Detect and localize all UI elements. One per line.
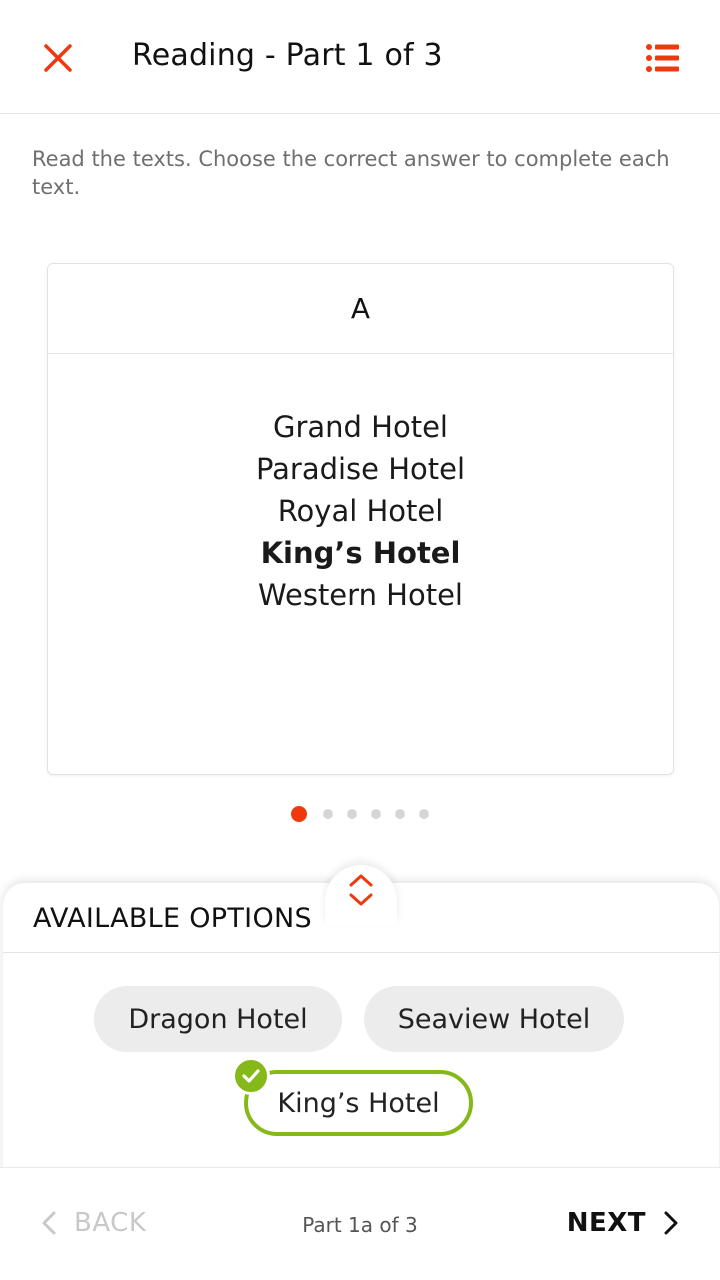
- pagination-dot[interactable]: [347, 809, 357, 819]
- pagination-dot[interactable]: [395, 809, 405, 819]
- list-icon: [646, 44, 679, 72]
- pagination-dot[interactable]: [371, 809, 381, 819]
- panel-toggle-button[interactable]: [325, 865, 397, 925]
- next-label: NEXT: [566, 1208, 646, 1238]
- card-line: Royal Hotel: [277, 494, 444, 528]
- question-list-button[interactable]: [640, 36, 684, 80]
- option-chip-kings-hotel-selected[interactable]: King’s Hotel: [244, 1070, 473, 1136]
- close-button[interactable]: [36, 36, 80, 80]
- pagination-dots: [0, 806, 720, 822]
- header-bar: Reading - Part 1 of 3: [0, 0, 720, 114]
- panel-divider: [3, 952, 719, 953]
- card-line: Western Hotel: [258, 578, 463, 612]
- close-icon: [44, 44, 72, 72]
- card-line: Grand Hotel: [273, 410, 448, 444]
- text-card: A Grand Hotel Paradise Hotel Royal Hotel…: [47, 263, 674, 775]
- expand-collapse-icon: [349, 874, 373, 906]
- available-options-panel: AVAILABLE OPTIONS Dragon Hotel Seaview H…: [3, 865, 719, 1173]
- checkmark-icon: [232, 1057, 270, 1095]
- pagination-dot-active[interactable]: [291, 806, 307, 822]
- pagination-dot[interactable]: [323, 809, 333, 819]
- card-text-lines: Grand Hotel Paradise Hotel Royal Hotel K…: [48, 354, 673, 616]
- chevron-right-icon: [664, 1211, 678, 1235]
- pagination-dot[interactable]: [419, 809, 429, 819]
- card-line: Paradise Hotel: [255, 452, 466, 486]
- panel-title: AVAILABLE OPTIONS: [33, 903, 312, 934]
- page-title: Reading - Part 1 of 3: [132, 38, 443, 73]
- option-chip-seaview-hotel[interactable]: Seaview Hotel: [364, 986, 624, 1052]
- card-line-answer: King’s Hotel: [260, 536, 461, 570]
- instruction-text: Read the texts. Choose the correct answe…: [32, 147, 670, 199]
- next-button[interactable]: NEXT: [567, 1208, 678, 1238]
- option-chip-dragon-hotel[interactable]: Dragon Hotel: [94, 986, 342, 1052]
- footer-nav: BACK Part 1a of 3 NEXT: [0, 1167, 720, 1280]
- card-label: A: [48, 264, 673, 354]
